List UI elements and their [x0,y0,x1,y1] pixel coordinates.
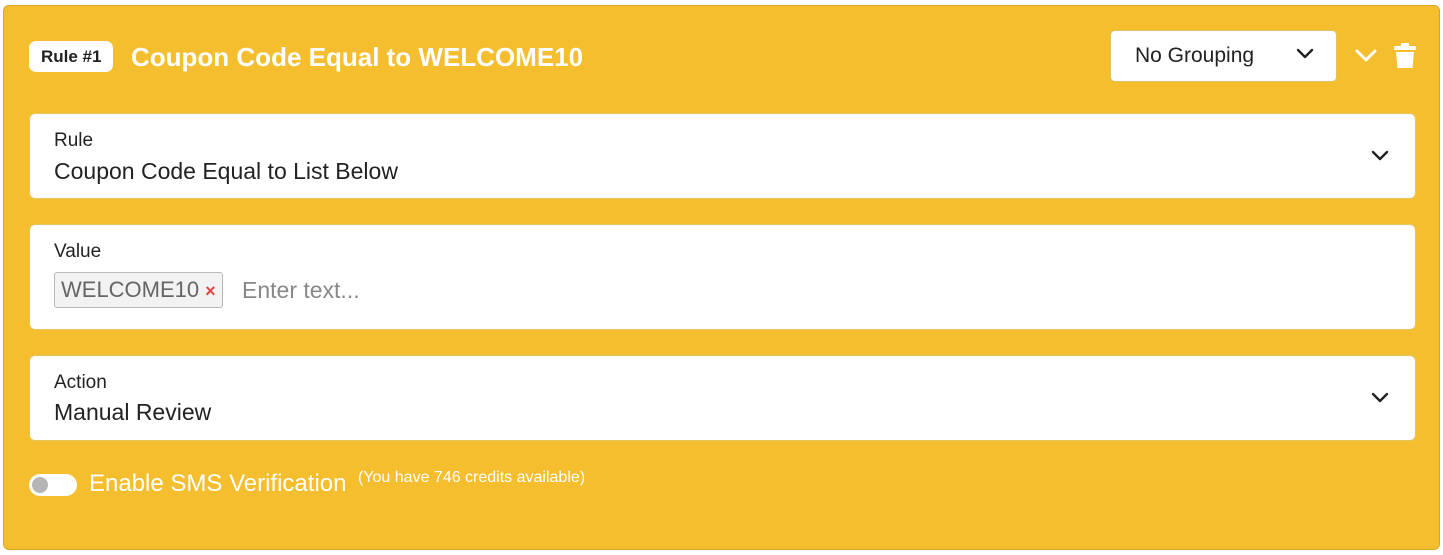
trash-icon[interactable] [1394,43,1416,69]
value-tag-text: WELCOME10 [61,277,200,302]
value-text-input[interactable] [242,272,742,308]
rule-card: Rule #1 Coupon Code Equal to WELCOME10 N… [3,5,1440,550]
rule-title: Coupon Code Equal to WELCOME10 [131,42,584,72]
sms-verification-label: Enable SMS Verification [89,470,347,497]
value-tag: WELCOME10 × [54,272,223,308]
action-label: Action [54,372,107,393]
chevron-down-icon [1371,150,1389,161]
sms-verification-toggle[interactable] [29,474,77,496]
tag-remove-icon[interactable]: × [205,281,216,301]
rule-number-badge: Rule #1 [29,41,114,72]
rule-select[interactable]: Rule Coupon Code Equal to List Below [29,113,1416,199]
rule-value: Coupon Code Equal to List Below [54,158,398,184]
value-field: Value WELCOME10 × [29,224,1416,330]
collapse-chevron-icon[interactable] [1354,46,1378,66]
sms-credits-note: (You have 746 credits available) [358,469,586,486]
grouping-select[interactable]: No Grouping [1110,30,1337,82]
chevron-down-icon [1371,392,1389,403]
grouping-select-value: No Grouping [1135,44,1255,67]
action-value: Manual Review [54,399,212,425]
value-label: Value [54,241,102,262]
rule-label: Rule [54,130,94,151]
toggle-knob [32,477,48,493]
action-select[interactable]: Action Manual Review [29,355,1416,441]
chevron-down-icon [1296,48,1314,59]
